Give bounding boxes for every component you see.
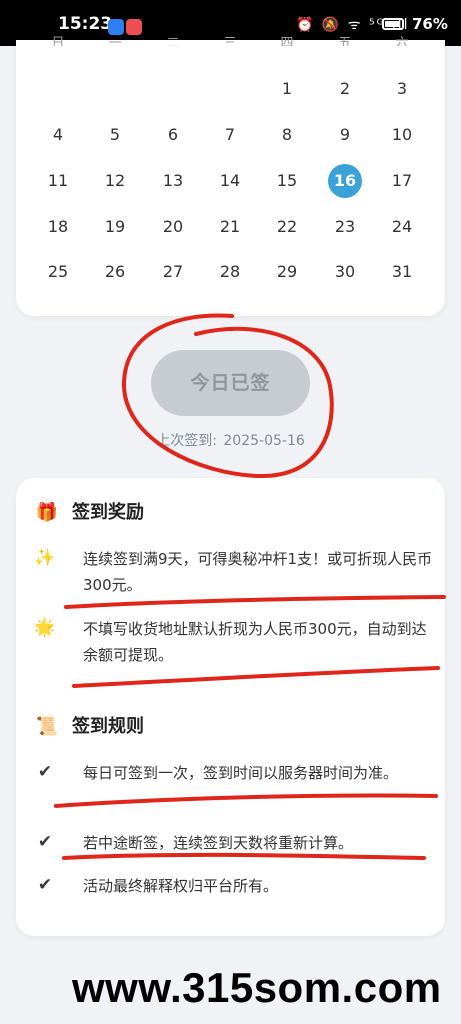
rewards-title-text: 签到奖励: [72, 502, 144, 523]
reward-text: 不填写收货地址默认折现为人民币300元，自动到达余额可提现。: [83, 620, 427, 664]
weekday-label: 日: [51, 36, 65, 46]
calendar-day[interactable]: 30: [328, 255, 362, 289]
check-icon: ✔: [37, 875, 53, 895]
calendar-day[interactable]: 17: [385, 164, 419, 198]
rule-item: ✔ 活动最终解释权归平台所有。: [34, 873, 434, 901]
rule-text: 活动最终解释权归平台所有。: [83, 877, 279, 895]
battery-percent: 76%: [412, 15, 448, 33]
rules-title-text: 签到规则: [72, 716, 144, 737]
calendar-day[interactable]: 5: [98, 118, 132, 152]
calendar-day[interactable]: 27: [156, 255, 190, 289]
calendar-day[interactable]: 23: [328, 210, 362, 244]
rule-text: 若中途断签，连续签到天数将重新计算。: [83, 834, 354, 852]
last-sign-info: 上次签到: 2025-05-16: [0, 430, 461, 450]
watermark: www.315som.com: [72, 964, 442, 1011]
calendar-day[interactable]: 10: [385, 118, 419, 152]
rules-title: 📜 签到规则: [34, 712, 144, 738]
weekday-label: 一: [108, 36, 122, 46]
calendar-day[interactable]: 11: [41, 164, 75, 198]
weekday-header: 日一二三四五六: [16, 32, 445, 46]
calendar-day[interactable]: 26: [98, 255, 132, 289]
calendar-day[interactable]: 7: [213, 118, 247, 152]
battery-icon: [382, 18, 404, 30]
calendar-day[interactable]: 13: [156, 164, 190, 198]
calendar-day[interactable]: 20: [156, 210, 190, 244]
calendar-day[interactable]: 28: [213, 255, 247, 289]
calendar-day-today[interactable]: 16: [328, 164, 362, 198]
star-icon: 🌟: [34, 618, 56, 638]
last-sign-date: 2025-05-16: [223, 433, 305, 449]
calendar-day[interactable]: 8: [270, 118, 304, 152]
reward-item: ✨ 连续签到满9天，可得奥秘冲杆1支！或可折现人民币300元。: [34, 546, 434, 602]
rule-item: ✔ 每日可签到一次，签到时间以服务器时间为准。: [34, 760, 434, 816]
calendar-day[interactable]: 9: [328, 118, 362, 152]
scroll-icon: 📜: [35, 716, 59, 737]
calendar-day[interactable]: 31: [385, 255, 419, 289]
calendar-day[interactable]: 4: [41, 118, 75, 152]
rule-item: ✔ 若中途断签，连续签到天数将重新计算。: [34, 830, 434, 858]
calendar-card: 日一二三四五六 1 2 3 4 5 6 7 8 9 10 11 12 13 14 15 16 17 18 19 20 2…: [16, 36, 445, 316]
calendar-day[interactable]: 19: [98, 210, 132, 244]
calendar-day[interactable]: 18: [41, 210, 75, 244]
calendar-day[interactable]: 21: [213, 210, 247, 244]
calendar-day[interactable]: 12: [98, 164, 132, 198]
rewards-title: 🎁 签到奖励: [34, 498, 144, 524]
calendar-day[interactable]: 1: [270, 72, 304, 106]
status-time: 15:23: [58, 14, 113, 34]
info-card: 🎁 签到奖励 ✨ 连续签到满9天，可得奥秘冲杆1支！或可折现人民币300元。 🌟 …: [16, 478, 445, 936]
calendar-day[interactable]: 24: [385, 210, 419, 244]
calendar-day[interactable]: 22: [270, 210, 304, 244]
check-icon: ✔: [37, 832, 53, 852]
reward-text: 连续签到满9天，可得奥秘冲杆1支！或可折现人民币300元。: [83, 550, 433, 594]
reward-item: 🌟 不填写收货地址默认折现为人民币300元，自动到达余额可提现。: [34, 616, 434, 672]
calendar-day[interactable]: 29: [270, 255, 304, 289]
sign-in-button[interactable]: 今日已签: [151, 350, 310, 416]
weekday-label: 三: [223, 36, 237, 46]
last-sign-label: 上次签到:: [156, 433, 217, 449]
gift-icon: 🎁: [35, 502, 59, 523]
calendar-day[interactable]: 25: [41, 255, 75, 289]
calendar-day[interactable]: 3: [385, 72, 419, 106]
calendar-day[interactable]: 15: [270, 164, 304, 198]
check-icon: ✔: [37, 762, 53, 782]
rule-text: 每日可签到一次，签到时间以服务器时间为准。: [83, 764, 399, 782]
calendar-day[interactable]: 14: [213, 164, 247, 198]
sparkles-icon: ✨: [34, 548, 56, 568]
weekday-label: 四: [280, 36, 294, 46]
weekday-label: 二: [166, 36, 180, 46]
calendar-day[interactable]: 6: [156, 118, 190, 152]
weekday-label: 六: [395, 36, 409, 46]
weekday-label: 五: [338, 36, 352, 46]
calendar-day[interactable]: 2: [328, 72, 362, 106]
